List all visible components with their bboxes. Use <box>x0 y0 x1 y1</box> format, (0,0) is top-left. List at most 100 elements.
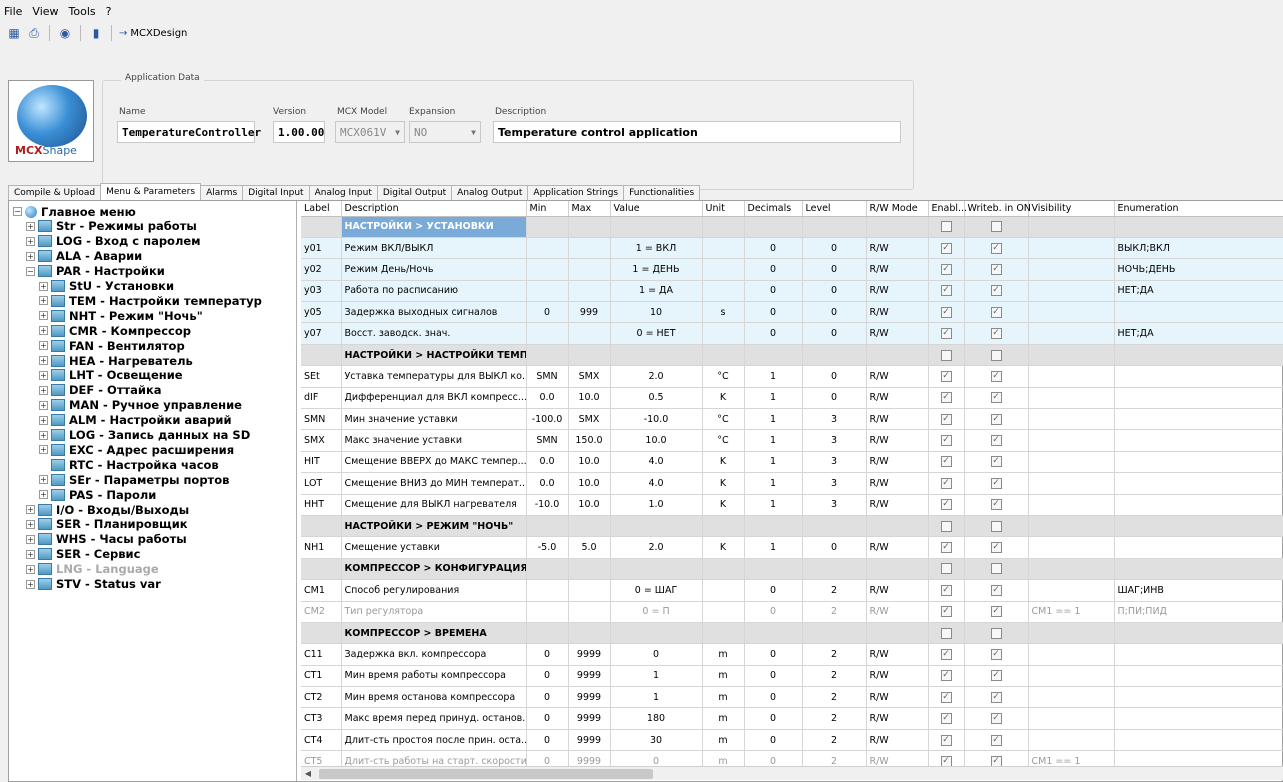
cell-max[interactable]: SMX <box>568 408 611 431</box>
checkbox-checked[interactable]: ✓ <box>990 584 1002 596</box>
cell-vis[interactable] <box>1028 579 1115 602</box>
cell-rw[interactable]: R/W <box>866 451 929 474</box>
cell-desc[interactable]: Задержка выходных сигналов <box>341 301 527 324</box>
cell-unit[interactable]: °C <box>702 429 745 452</box>
column-header[interactable]: Enabl... <box>928 201 967 217</box>
tree-item[interactable]: + MAN - Ручное управление <box>39 398 242 413</box>
cell-max[interactable]: 9999 <box>568 729 611 752</box>
cell-rw[interactable]: R/W <box>866 429 929 452</box>
cell-value[interactable]: 30 <box>610 729 703 752</box>
cell-max[interactable]: SMX <box>568 365 611 388</box>
expand-icon[interactable]: + <box>39 370 48 380</box>
cell-max[interactable]: 9999 <box>568 750 611 766</box>
expand-icon[interactable]: + <box>39 445 48 455</box>
cell-max[interactable]: 10.0 <box>568 387 611 410</box>
cell-dec[interactable]: 1 <box>744 472 803 495</box>
parameter-row[interactable]: CT2 Мин время останова компрессора 0 9999 1 m… <box>301 686 1283 709</box>
parameter-row[interactable]: SMN Мин значение уставки -100.0 SMX -10.0 °C 1… <box>301 408 1283 431</box>
tab-analog-input[interactable]: Analog Input <box>308 185 378 200</box>
cell-vis[interactable] <box>1028 429 1115 452</box>
tab-application-strings[interactable]: Application Strings <box>527 185 625 200</box>
cell-desc[interactable]: Уставка температуры для ВЫКЛ ко... <box>341 365 527 388</box>
expand-icon[interactable]: + <box>39 356 48 365</box>
cell-dec[interactable]: 0 <box>744 280 803 303</box>
cell-label[interactable]: y01 <box>301 237 342 260</box>
cell-min[interactable]: 0 <box>526 301 569 324</box>
cell-vis[interactable] <box>1028 301 1115 324</box>
cell-dec[interactable]: 0 <box>744 750 803 766</box>
cell-rw[interactable]: R/W <box>866 750 929 766</box>
cell-max[interactable] <box>568 280 611 303</box>
tab-digital-input[interactable]: Digital Input <box>242 185 310 200</box>
cell-label[interactable]: y05 <box>301 301 342 324</box>
cell-max[interactable]: 5.0 <box>568 536 611 559</box>
parameter-row[interactable]: CT1 Мин время работы компрессора 0 9999 1 m 0 2… <box>301 665 1283 688</box>
cell-value[interactable]: 0 <box>610 643 703 666</box>
cell-vis[interactable]: CM1 == 1 <box>1028 601 1115 623</box>
cell-value[interactable]: 10 <box>610 301 703 324</box>
cell-unit[interactable]: °C <box>702 365 745 388</box>
checkbox[interactable] <box>990 563 1002 575</box>
cell-enum[interactable]: ШАГ;ИНВ <box>1114 579 1283 602</box>
expand-icon[interactable]: + <box>26 549 35 559</box>
cell-label[interactable]: SEt <box>301 365 342 388</box>
menu-help[interactable]: ? <box>106 5 112 18</box>
checkbox-checked[interactable]: ✓ <box>940 285 952 297</box>
expand-icon[interactable]: + <box>26 564 35 574</box>
cell-value[interactable]: 1 = ДА <box>610 280 703 303</box>
checkbox-checked[interactable]: ✓ <box>990 606 1002 618</box>
cell-value[interactable]: 1 = ДЕНЬ <box>610 258 703 281</box>
horizontal-scrollbar[interactable]: ◀ <box>301 766 1283 780</box>
cell-desc[interactable]: Длит-сть работы на старт. скорости <box>341 750 527 766</box>
cell-max[interactable] <box>568 237 611 260</box>
column-header[interactable]: Label <box>301 201 342 217</box>
tree-item[interactable]: + WHS - Часы работы <box>26 532 187 547</box>
cell-value[interactable]: 1.0 <box>610 494 703 516</box>
cell-level[interactable]: 2 <box>802 707 867 730</box>
cell-min[interactable]: 0 <box>526 686 569 709</box>
tab-analog-output[interactable]: Analog Output <box>451 185 529 200</box>
cell-vis[interactable] <box>1028 258 1115 281</box>
cell-desc[interactable]: Режим День/Ночь <box>341 258 527 281</box>
checkbox-checked[interactable]: ✓ <box>940 734 952 746</box>
cell-vis[interactable] <box>1028 494 1115 516</box>
cell-max[interactable]: 10.0 <box>568 472 611 495</box>
cell-dec[interactable]: 0 <box>744 729 803 752</box>
tree-item[interactable]: + Str - Режимы работы <box>26 219 197 234</box>
parameter-row[interactable]: HHT Смещение для ВЫКЛ нагревателя -10.0 10.… <box>301 494 1283 516</box>
cell-enum[interactable] <box>1114 536 1283 559</box>
cell-min[interactable]: 0 <box>526 643 569 666</box>
cell-label[interactable]: CT2 <box>301 686 342 709</box>
checkbox-checked[interactable]: ✓ <box>940 477 952 489</box>
tree-item[interactable]: + CMR - Компрессор <box>39 323 191 338</box>
expand-icon[interactable]: + <box>39 341 48 351</box>
cell-label[interactable]: CT3 <box>301 707 342 730</box>
checkbox-checked[interactable]: ✓ <box>940 456 952 468</box>
cell-label[interactable]: CT1 <box>301 665 342 688</box>
cell-desc[interactable]: Работа по расписанию <box>341 280 527 303</box>
expand-icon[interactable]: + <box>39 385 48 395</box>
cell-value[interactable]: 2.0 <box>610 365 703 388</box>
cell-max[interactable]: 10.0 <box>568 494 611 516</box>
cell-rw[interactable]: R/W <box>866 707 929 730</box>
cell-rw[interactable]: R/W <box>866 237 929 260</box>
cell-dec[interactable]: 0 <box>744 237 803 260</box>
tab-alarms[interactable]: Alarms <box>200 185 244 200</box>
tree-item[interactable]: + HEA - Нагреватель <box>39 353 193 368</box>
expand-icon[interactable]: + <box>39 311 48 321</box>
expand-icon[interactable]: + <box>39 475 48 485</box>
parameter-row[interactable]: dIF Дифференциал для ВКЛ компресс... 0.0 10… <box>301 387 1283 410</box>
cell-desc[interactable]: Мин время работы компрессора <box>341 665 527 688</box>
cell-unit[interactable] <box>702 322 745 345</box>
expansion-select[interactable]: NO ▼ <box>409 121 481 143</box>
tree-item[interactable]: + StU - Установки <box>39 279 174 294</box>
cell-label[interactable]: CM2 <box>301 601 342 623</box>
cell-desc[interactable]: Задержка вкл. компрессора <box>341 643 527 666</box>
cell-desc[interactable]: Смещение ВВЕРХ до МАКС темпер... <box>341 451 527 474</box>
cell-dec[interactable]: 0 <box>744 686 803 709</box>
cell-level[interactable]: 0 <box>802 301 867 324</box>
cell-min[interactable] <box>526 237 569 260</box>
cell-level[interactable]: 3 <box>802 494 867 516</box>
cell-unit[interactable]: m <box>702 750 745 766</box>
cell-rw[interactable]: R/W <box>866 258 929 281</box>
